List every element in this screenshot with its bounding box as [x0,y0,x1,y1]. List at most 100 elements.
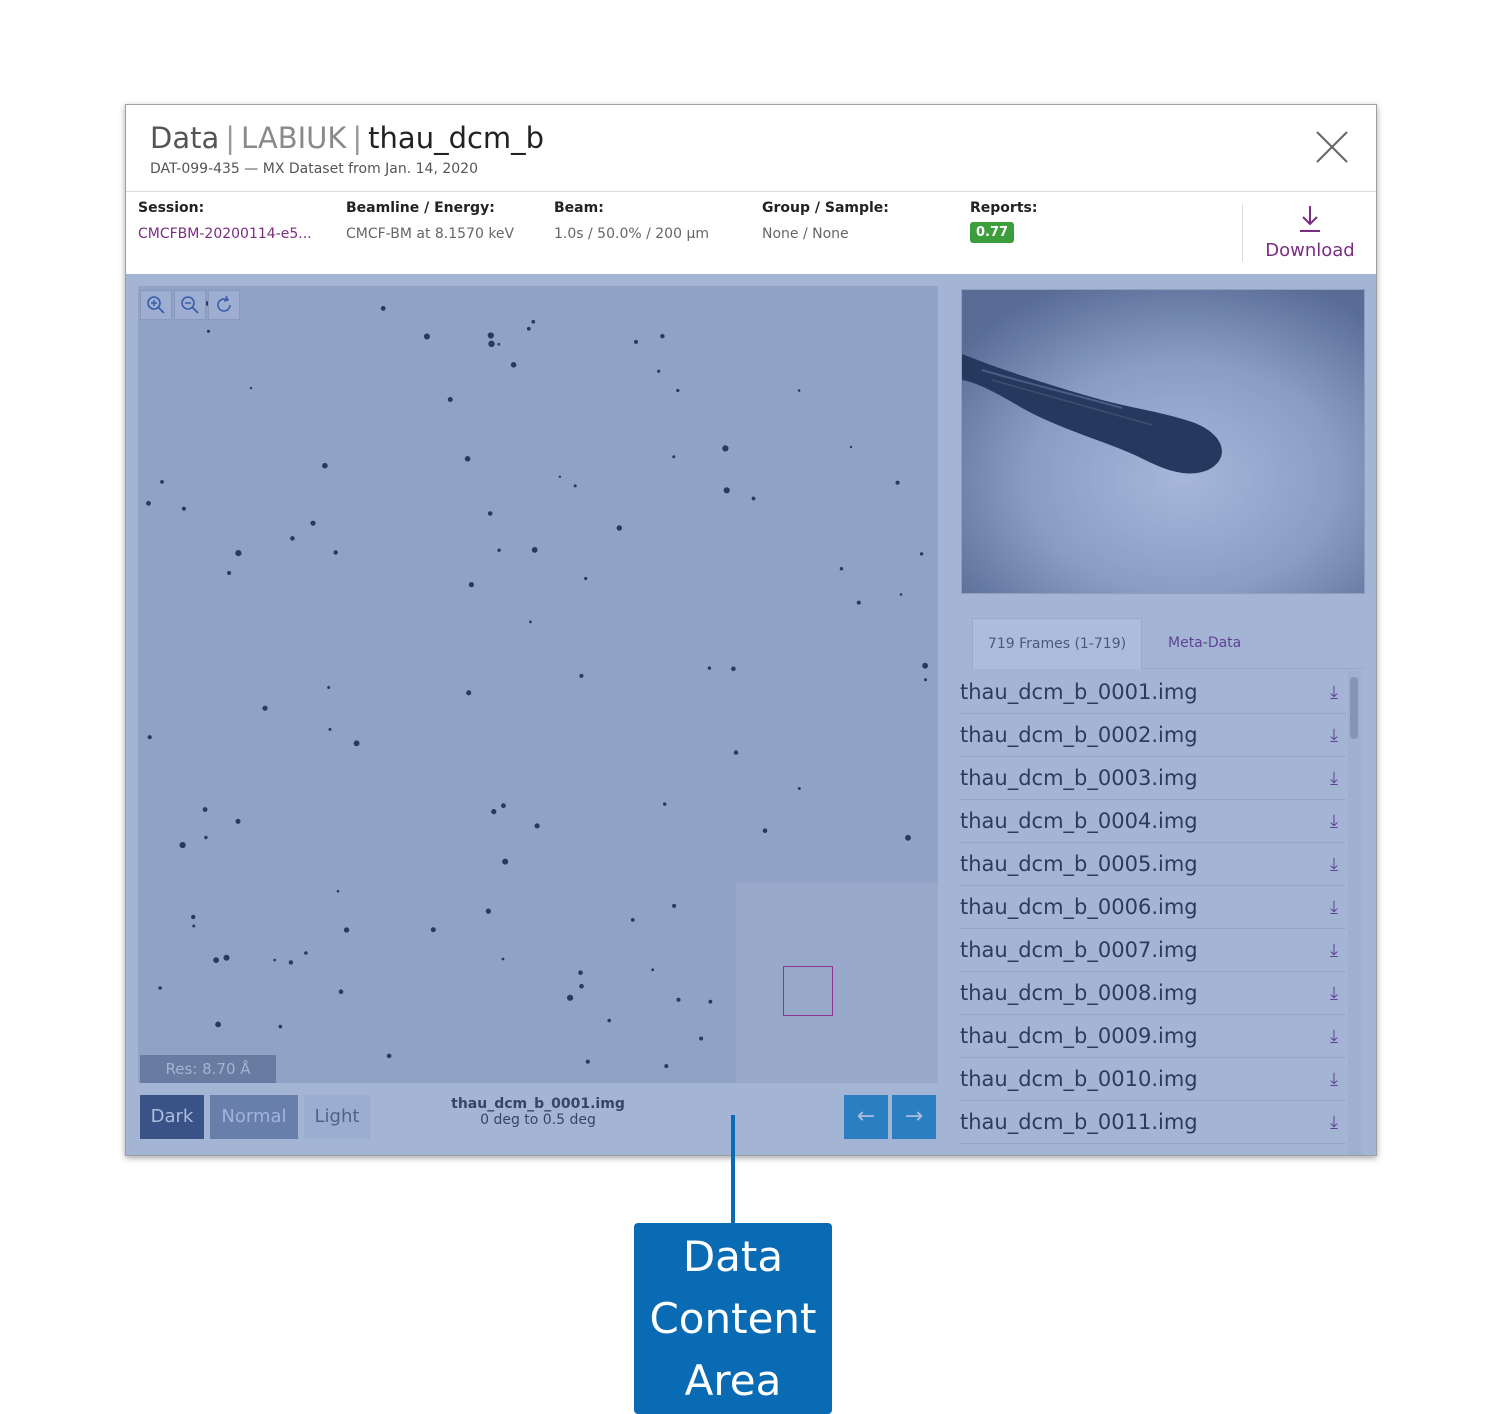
diffraction-spot [262,705,268,711]
file-list-item[interactable]: thau_dcm_b_0002.img ⤓ [960,714,1346,757]
callout-line-3: Area [684,1356,782,1405]
diffraction-spot [723,487,730,494]
file-name: thau_dcm_b_0001.img [960,680,1198,704]
zoom-out-icon[interactable] [174,290,206,320]
diffraction-spot [707,666,712,670]
file-list-item[interactable]: thau_dcm_b_0005.img ⤓ [960,843,1346,886]
diffraction-spot [488,340,495,347]
diffraction-spot [160,480,164,484]
file-download-icon[interactable]: ⤓ [1330,682,1338,703]
diffraction-spot [336,889,340,893]
diffraction-spot [310,520,316,526]
callout-label: Data Content Area [634,1223,832,1414]
file-download-icon[interactable]: ⤓ [1330,811,1338,832]
diffraction-spot [353,740,360,747]
file-download-icon[interactable]: ⤓ [1330,768,1338,789]
tab-meta-data[interactable]: Meta-Data [1168,618,1241,668]
file-download-icon[interactable]: ⤓ [1330,1069,1338,1090]
beam-value: 1.0s / 50.0% / 200 µm [554,226,709,242]
diffraction-spot [856,600,861,605]
diffraction-spot [386,1053,392,1059]
file-list-item[interactable]: thau_dcm_b_0003.img ⤓ [960,757,1346,800]
file-name: thau_dcm_b_0012.img [960,1153,1198,1155]
diffraction-spot [466,690,472,696]
file-list-scrollbar[interactable] [1348,671,1362,1155]
file-download-icon[interactable]: ⤓ [1330,983,1338,1004]
download-label: Download [1265,240,1355,261]
light-mode-button[interactable]: Light [304,1095,370,1139]
diffraction-spot [235,550,242,557]
close-icon[interactable] [1312,127,1352,167]
file-download-icon[interactable]: ⤓ [1330,1155,1338,1156]
file-download-icon[interactable]: ⤓ [1330,1112,1338,1133]
file-name: thau_dcm_b_0007.img [960,938,1198,962]
file-download-icon[interactable]: ⤓ [1330,1026,1338,1047]
file-list-item[interactable]: thau_dcm_b_0006.img ⤓ [960,886,1346,929]
next-frame-button[interactable]: → [892,1095,936,1139]
file-download-icon[interactable]: ⤓ [1330,897,1338,918]
diffraction-spot [192,924,196,928]
dataset-subtitle: DAT-099-435 — MX Dataset from Jan. 14, 2… [150,161,478,177]
image-minimap[interactable] [736,882,938,1083]
crumb-separator: | [225,121,236,155]
zoom-in-icon[interactable] [140,290,172,320]
current-frame-range: 0 deg to 0.5 deg [480,1112,596,1128]
diffraction-image-viewer[interactable]: Res: 8.70 Å [138,286,938,1083]
file-name: thau_dcm_b_0011.img [960,1110,1198,1134]
file-name: thau_dcm_b_0004.img [960,809,1198,833]
normal-mode-button[interactable]: Normal [210,1095,298,1139]
data-content-area: Res: 8.70 Å Dark Normal Light thau_dcm_b… [126,274,1376,1155]
file-download-icon[interactable]: ⤓ [1330,940,1338,961]
file-list-item[interactable]: thau_dcm_b_0008.img ⤓ [960,972,1346,1015]
modal-title: Data | LABIUK | thau_dcm_b [150,121,544,155]
diffraction-spot [202,807,208,812]
diffraction-spot [501,957,505,961]
dark-mode-button[interactable]: Dark [140,1095,204,1139]
diffraction-spot [751,496,756,501]
tab-frames[interactable]: 719 Frames (1-719) [972,618,1142,669]
file-download-icon[interactable]: ⤓ [1330,725,1338,746]
diffraction-spot [762,828,768,833]
file-list-item[interactable]: thau_dcm_b_0004.img ⤓ [960,800,1346,843]
file-download-icon[interactable]: ⤓ [1330,854,1338,875]
report-score-badge[interactable]: 0.77 [970,222,1015,243]
frames-tabs: 719 Frames (1-719) Meta-Data [972,618,1364,669]
beam-label: Beam: [554,200,604,216]
diffraction-spot [558,475,562,478]
crumb-data[interactable]: Data [150,121,219,155]
beamline-label: Beamline / Energy: [346,200,495,216]
diffraction-spot [634,339,638,344]
session-link[interactable]: CMCFBM-20200114-e5... [138,226,312,242]
file-list-item[interactable]: thau_dcm_b_0010.img ⤓ [960,1058,1346,1101]
diffraction-spot [338,989,344,994]
diffraction-spot [235,818,241,824]
beamline-value: CMCF-BM at 8.1570 keV [346,226,515,242]
diffraction-spot [468,582,474,588]
reset-view-icon[interactable] [208,290,240,320]
file-list-item[interactable]: thau_dcm_b_0009.img ⤓ [960,1015,1346,1058]
minimap-viewport[interactable] [783,966,833,1016]
diffraction-spot [578,970,583,975]
diffraction-spot [573,484,577,488]
prev-frame-button[interactable]: ← [844,1095,888,1139]
diffraction-spot [227,571,232,575]
diffraction-spot [579,673,584,678]
diffraction-spot [699,1036,704,1041]
beam-info: Beam: 1.0s / 50.0% / 200 µm [554,200,709,242]
file-name: thau_dcm_b_0010.img [960,1067,1198,1091]
file-list-item[interactable]: thau_dcm_b_0001.img ⤓ [960,671,1346,714]
diffraction-spot [343,927,350,933]
scrollbar-thumb[interactable] [1350,677,1358,739]
diffraction-spot [181,506,186,511]
diffraction-spot [213,957,219,963]
file-list-item[interactable]: thau_dcm_b_0007.img ⤓ [960,929,1346,972]
file-name: thau_dcm_b_0003.img [960,766,1198,790]
diffraction-spot [733,750,739,755]
diffraction-spot [849,445,853,449]
download-button[interactable]: Download [1242,204,1376,262]
crumb-project[interactable]: LABIUK [241,121,346,155]
diffraction-spot [797,787,801,790]
diffraction-spot [249,386,253,390]
file-list-item[interactable]: thau_dcm_b_0012.img ⤓ [960,1144,1346,1155]
file-list-item[interactable]: thau_dcm_b_0011.img ⤓ [960,1101,1346,1144]
